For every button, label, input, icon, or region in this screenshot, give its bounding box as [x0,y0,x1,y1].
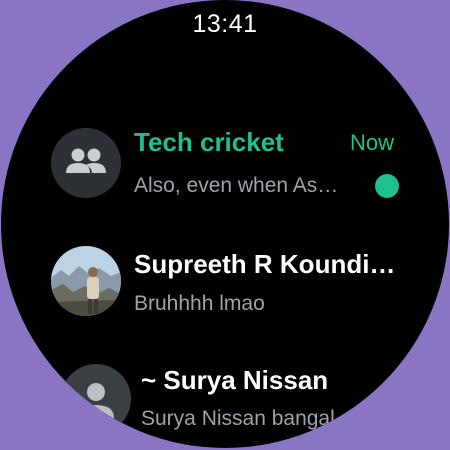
chat-item-supreeth[interactable]: Supreeth R Koundi… Bruhhhh lmao [1,226,449,336]
profile-photo-image [51,246,121,316]
chat-preview: Bruhhhh lmao [134,292,265,315]
screenshot-frame: 13:41 Tech cricket Now Also, even when A… [0,0,450,450]
chat-preview: Surya Nissan bangal [141,407,335,430]
watch-screen: 13:41 Tech cricket Now Also, even when A… [1,0,449,448]
group-avatar [51,128,121,198]
chat-name: Supreeth R Koundi… [134,249,396,279]
unread-indicator [375,174,399,198]
group-icon [66,148,106,173]
chat-item-tech-cricket[interactable]: Tech cricket Now Also, even when As… [1,108,449,218]
chat-item-surya-nissan[interactable]: ~ Surya Nissan Surya Nissan bangal [1,344,449,448]
status-time: 13:41 [192,10,258,38]
chat-name: ~ Surya Nissan [141,365,329,395]
person-icon [78,383,114,418]
profile-photo-avatar [51,246,121,316]
chat-timestamp: Now [350,130,395,155]
chat-name: Tech cricket [134,127,284,157]
person-avatar [61,364,131,434]
chat-preview: Also, even when As… [134,174,339,197]
